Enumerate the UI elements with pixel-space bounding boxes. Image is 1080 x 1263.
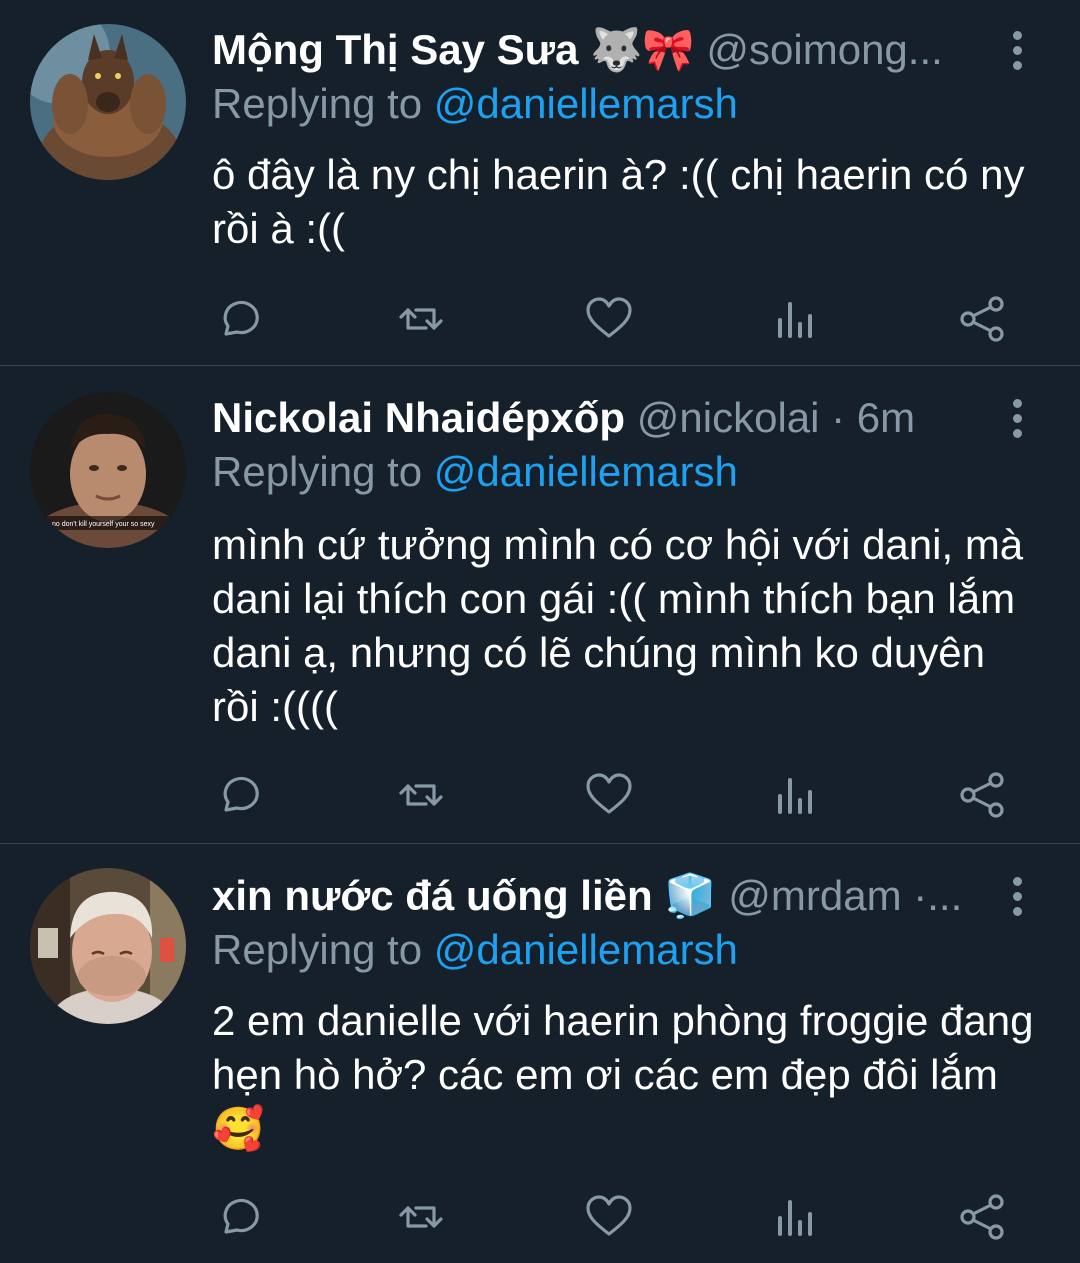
action-bar <box>212 770 1022 820</box>
analytics-icon[interactable] <box>770 294 820 344</box>
share-icon[interactable] <box>958 770 1008 820</box>
more-options-icon[interactable] <box>1002 24 1032 76</box>
handle[interactable]: @nickolai <box>637 394 820 441</box>
like-icon[interactable] <box>584 770 634 820</box>
action-bar <box>212 1192 1022 1242</box>
tweet-3[interactable]: xin nước đá uống liền 🧊 @mrdam ·... Repl… <box>0 844 1080 1263</box>
handle[interactable]: @mrdam <box>728 872 901 919</box>
replying-mention[interactable]: @daniellemarsh <box>434 448 738 495</box>
ice-cube-emoji: 🧊 <box>664 871 717 920</box>
replying-label: Replying to <box>212 926 423 973</box>
share-icon[interactable] <box>958 1192 1008 1242</box>
display-name[interactable]: xin nước đá uống liền <box>212 872 653 919</box>
replying-mention[interactable]: @daniellemarsh <box>434 80 738 127</box>
tweet-text: mình cứ tưởng mình có cơ hội với dani, m… <box>212 521 1024 730</box>
replying-to: Replying to @daniellemarsh <box>212 924 738 976</box>
more-options-icon[interactable] <box>1002 392 1032 444</box>
smiling-hearts-emoji: 🥰 <box>212 1104 265 1153</box>
tweet-text: ô đây là ny chị haerin à? :(( chị haerin… <box>212 151 1025 252</box>
reply-icon[interactable] <box>212 770 262 820</box>
retweet-icon[interactable] <box>396 294 446 344</box>
analytics-icon[interactable] <box>770 770 820 820</box>
replying-mention[interactable]: @daniellemarsh <box>434 926 738 973</box>
handle[interactable]: @soimong... <box>706 26 942 73</box>
tweet-2[interactable]: no don't kill yourself your so sexy Nick… <box>0 366 1080 844</box>
action-bar <box>212 294 1022 344</box>
avatar-caption: no don't kill yourself your so sexy <box>52 521 155 528</box>
name-emoji: 🐺🎀 <box>590 25 695 74</box>
timestamp[interactable]: · 6m <box>819 394 915 441</box>
avatar[interactable] <box>30 24 186 180</box>
like-icon[interactable] <box>584 1192 634 1242</box>
replying-label: Replying to <box>212 80 423 127</box>
retweet-icon[interactable] <box>396 1192 446 1242</box>
display-name[interactable]: Mộng Thị Say Sưa <box>212 26 578 73</box>
replying-to: Replying to @daniellemarsh <box>212 446 738 498</box>
tweet-header: Mộng Thị Say Sưa 🐺🎀 @soimong... <box>212 24 1002 76</box>
avatar[interactable]: no don't kill yourself your so sexy <box>30 392 186 548</box>
display-name[interactable]: Nickolai Nhaidépxốp <box>212 394 625 441</box>
replying-to: Replying to @daniellemarsh <box>212 78 738 130</box>
reply-icon[interactable] <box>212 1192 262 1242</box>
tweet-header: Nickolai Nhaidépxốp @nickolai · 6m <box>212 392 1002 444</box>
more-options-icon[interactable] <box>1002 870 1032 922</box>
timestamp[interactable]: ·... <box>902 872 962 919</box>
reply-icon[interactable] <box>212 294 262 344</box>
like-icon[interactable] <box>584 294 634 344</box>
retweet-icon[interactable] <box>396 770 446 820</box>
tweet-text-content: 2 em danielle với haerin phòng froggie đ… <box>212 997 1034 1098</box>
share-icon[interactable] <box>958 294 1008 344</box>
tweet-text: 2 em danielle với haerin phòng froggie đ… <box>212 994 1042 1156</box>
analytics-icon[interactable] <box>770 1192 820 1242</box>
avatar[interactable] <box>30 868 186 1024</box>
tweet-header: xin nước đá uống liền 🧊 @mrdam ·... <box>212 870 1002 922</box>
tweet-1[interactable]: Mộng Thị Say Sưa 🐺🎀 @soimong... Replying… <box>0 0 1080 366</box>
replying-label: Replying to <box>212 448 423 495</box>
